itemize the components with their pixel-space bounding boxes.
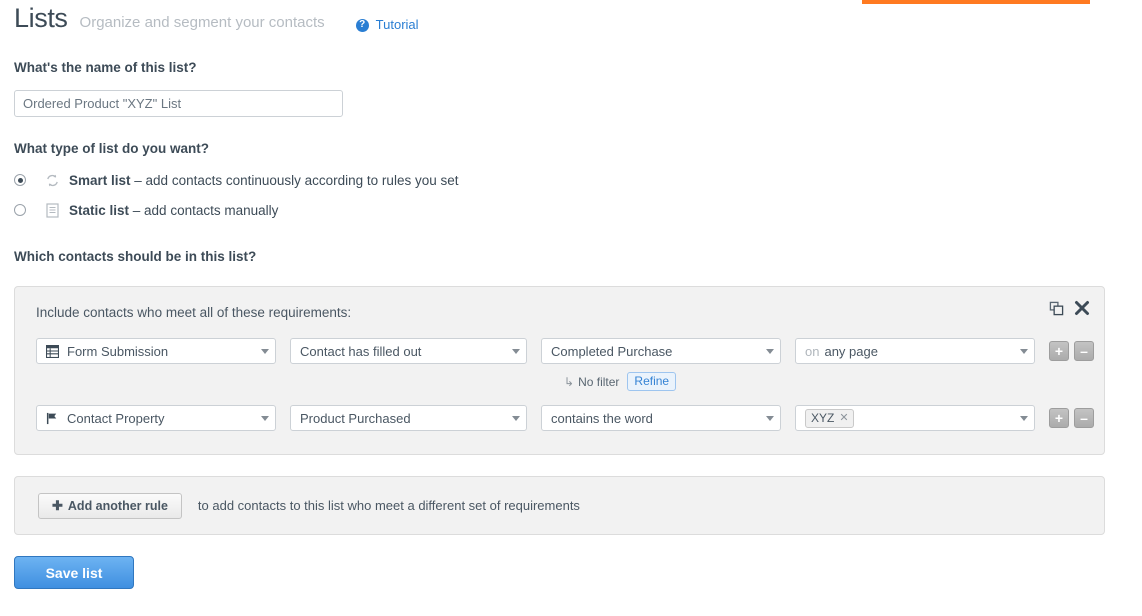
save-list-button[interactable]: Save list [14,556,134,589]
rule-2-value-dropdown[interactable]: XYZ ✕ [795,405,1035,431]
rule-2-operator-dropdown[interactable]: Product Purchased [290,405,527,431]
refresh-cycle-icon [44,172,60,188]
radio-static-list-desc: – add contacts manually [129,203,278,218]
rule-1-add-button[interactable]: + [1049,341,1069,361]
rule-1-scope-label: any page [824,344,1014,359]
page-subtitle: Organize and segment your contacts [80,7,325,39]
rule-2-type-dropdown[interactable]: Contact Property [36,405,276,431]
radio-smart-list-desc: – add contacts continuously according to… [131,173,459,188]
page-header: Lists Organize and segment your contacts… [14,2,419,41]
rule-1-target-dropdown[interactable]: Completed Purchase [541,338,781,364]
chevron-down-icon [512,416,520,421]
add-rule-panel: ✚ Add another rule to add contacts to th… [14,476,1105,535]
list-name-input[interactable] [14,90,343,117]
add-rule-hint-text: to add contacts to this list who meet a … [198,498,580,513]
value-token-xyz[interactable]: XYZ ✕ [805,409,854,428]
chevron-down-icon [1020,416,1028,421]
add-another-rule-button[interactable]: ✚ Add another rule [38,493,182,519]
rule-2-target-dropdown[interactable]: contains the word [541,405,781,431]
form-grid-icon [46,345,59,358]
which-contacts-question: Which contacts should be in this list? [14,249,256,264]
filter-panel-tools [1049,300,1090,316]
flag-icon [46,412,59,425]
rule-2-operator-label: Product Purchased [300,411,506,426]
chevron-down-icon [261,416,269,421]
rule-2-remove-button[interactable]: – [1074,408,1094,428]
rule-1-type-dropdown[interactable]: Form Submission [36,338,276,364]
radio-smart-list-dot[interactable] [14,174,26,186]
rule-2-add-button[interactable]: + [1049,408,1069,428]
page-title: Lists [14,2,68,34]
rule-1-scope-prefix: on [805,344,819,359]
chevron-down-icon [261,349,269,354]
filter-rule-panel: Include contacts who meet all of these r… [14,286,1105,455]
value-token-remove-icon[interactable]: ✕ [839,411,848,424]
rule-1-scope-dropdown[interactable]: on any page [795,338,1035,364]
chevron-down-icon [1020,349,1028,354]
radio-smart-list-bold: Smart list [69,173,131,188]
radio-smart-list-label: Smart list – add contacts continuously a… [69,173,458,188]
subfilter-arrow-icon: ↳ [564,375,574,389]
rule-1-target-label: Completed Purchase [551,344,760,359]
rule-1-operator-label: Contact has filled out [300,344,506,359]
duplicate-icon[interactable] [1049,301,1064,316]
filter-rule-row-1: Form Submission Contact has filled out C… [36,338,1094,364]
chevron-down-icon [766,416,774,421]
radio-static-list-bold: Static list [69,203,129,218]
value-token-label: XYZ [811,411,834,425]
rule-1-operator-dropdown[interactable]: Contact has filled out [290,338,527,364]
tutorial-link[interactable]: ? Tutorial [356,9,419,41]
filter-rule-row-2: Contact Property Product Purchased conta… [36,405,1094,431]
rule-2-type-label: Contact Property [67,411,255,426]
chevron-down-icon [766,349,774,354]
document-lines-icon [44,202,60,218]
close-x-icon[interactable] [1074,300,1090,316]
add-another-rule-label: Add another rule [68,499,168,513]
refine-button[interactable]: Refine [627,372,676,391]
rule-1-type-label: Form Submission [67,344,255,359]
radio-option-static-list[interactable]: Static list – add contacts manually [14,200,278,220]
list-type-question: What type of list do you want? [14,141,209,156]
chevron-down-icon [512,349,520,354]
rule-1-subfilter: ↳ No filter Refine [564,372,676,391]
rule-1-remove-button[interactable]: – [1074,341,1094,361]
help-question-icon: ? [356,19,369,32]
rule-2-value-tokens: XYZ ✕ [805,409,1014,428]
list-name-question: What's the name of this list? [14,60,196,75]
rule-2-target-label: contains the word [551,411,760,426]
radio-option-smart-list[interactable]: Smart list – add contacts continuously a… [14,170,458,190]
top-accent-bar [862,0,1090,4]
radio-static-list-dot[interactable] [14,204,26,216]
tutorial-link-label: Tutorial [376,9,419,41]
radio-static-list-label: Static list – add contacts manually [69,203,278,218]
subfilter-status-text: No filter [578,375,619,389]
lists-editor-page: Lists Organize and segment your contacts… [0,0,1142,616]
plus-icon: ✚ [52,498,63,514]
filter-panel-heading: Include contacts who meet all of these r… [36,305,351,320]
